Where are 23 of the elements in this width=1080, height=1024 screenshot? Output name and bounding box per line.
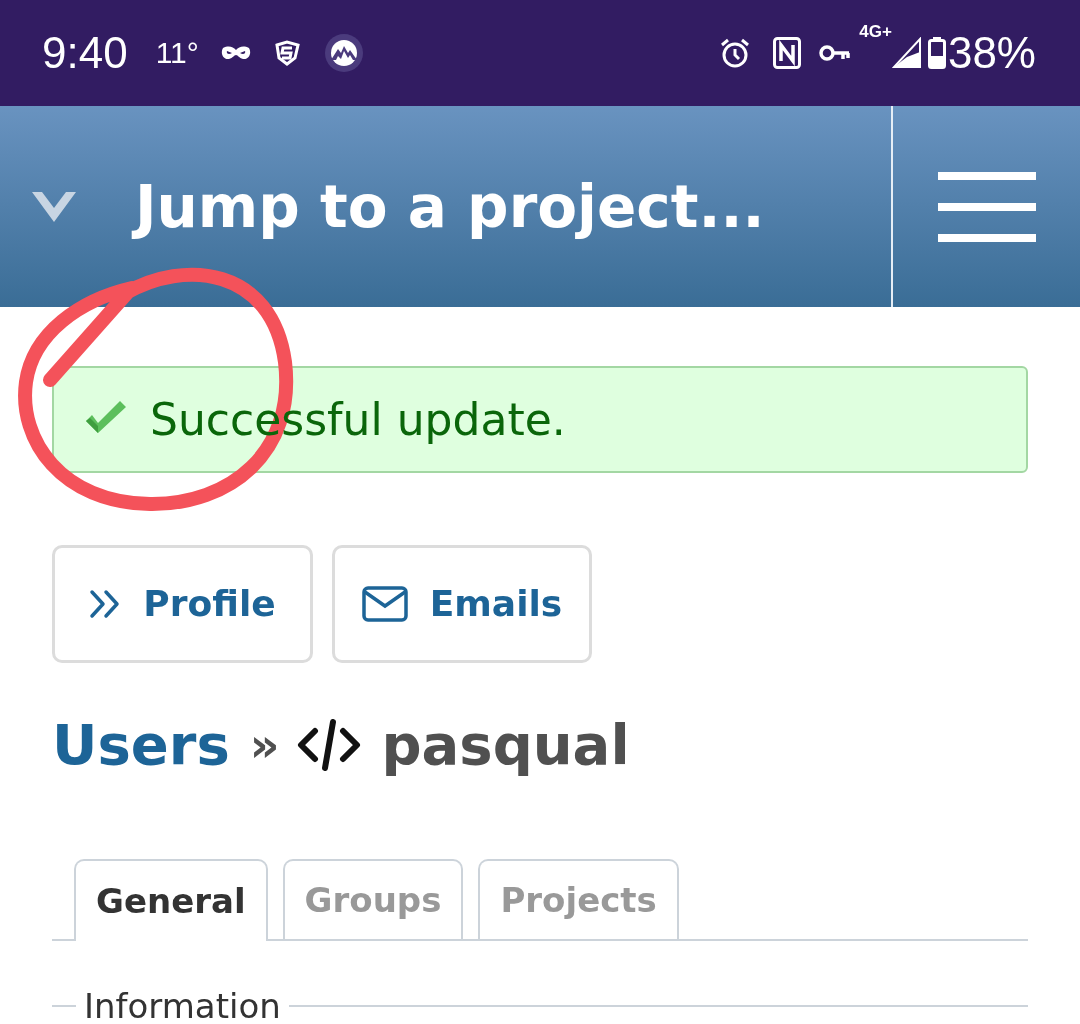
action-button[interactable]: Profile	[52, 545, 313, 663]
breadcrumb-separator: »	[249, 722, 280, 768]
alarm-clock-icon	[719, 37, 752, 69]
shield-icon	[272, 40, 301, 66]
signal-icon	[891, 37, 922, 69]
battery-icon	[927, 37, 946, 69]
mask-icon	[220, 45, 251, 61]
double-chevron-icon	[89, 589, 122, 619]
nfc-icon	[773, 37, 802, 69]
tab[interactable]: General	[74, 859, 268, 941]
network-type: 4G+	[859, 23, 892, 40]
fieldset-legend: Information	[76, 989, 289, 1023]
clock-time: 9:40	[42, 31, 128, 75]
battery-percentage: 38%	[947, 31, 1036, 75]
temperature: 11°	[155, 38, 199, 68]
chevron-down-icon[interactable]	[30, 189, 78, 224]
mountain-icon	[324, 34, 363, 72]
mail-icon	[361, 586, 408, 622]
menu-icon[interactable]	[937, 171, 1036, 242]
action-button[interactable]: Emails	[332, 545, 592, 663]
key-icon	[819, 44, 852, 62]
users-link[interactable]: Users	[52, 717, 230, 773]
code-icon	[297, 719, 362, 771]
